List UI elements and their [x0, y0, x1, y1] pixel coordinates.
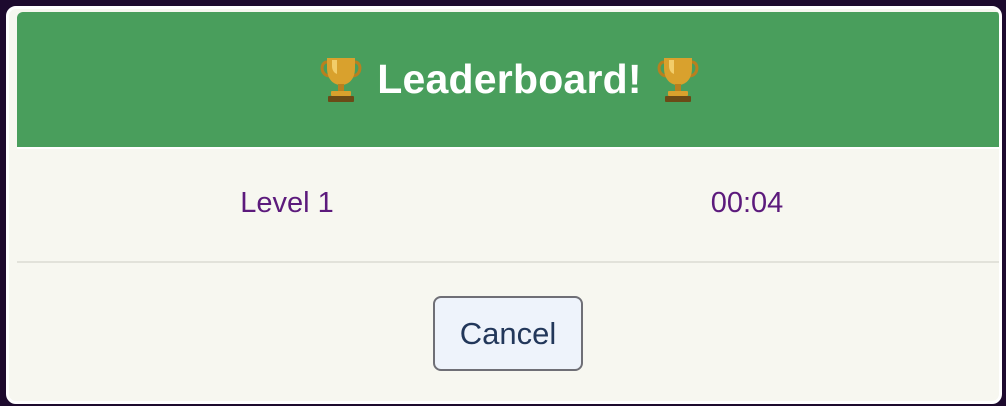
modal-title-text: Leaderboard!: [377, 56, 642, 102]
trophy-icon: [319, 56, 363, 104]
level-cell: Level 1: [240, 187, 334, 219]
time-cell: 00:04: [710, 187, 784, 219]
leaderboard-row: Level 1 00:04: [17, 149, 999, 261]
modal-header: Leaderboard!: [17, 12, 999, 149]
leaderboard-modal: Leaderboard! Level 1 00:04 Cancel: [6, 6, 1002, 404]
trophy-icon: [656, 56, 700, 104]
modal-body: Level 1 00:04: [17, 149, 999, 263]
modal-title-row: Leaderboard!: [319, 56, 699, 104]
modal-footer: Cancel: [17, 263, 999, 401]
cancel-button[interactable]: Cancel: [433, 296, 583, 371]
